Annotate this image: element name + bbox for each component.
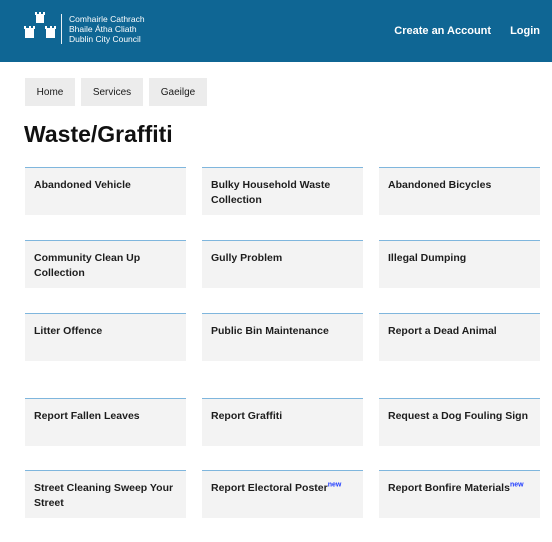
new-badge: new — [509, 481, 524, 489]
site-header: Comhairle Cathrach Bhaile Átha Cliath Du… — [0, 0, 552, 62]
service-tile-dog-fouling-sign[interactable]: Request a Dog Fouling Sign — [379, 398, 540, 446]
new-badge: new — [327, 481, 342, 489]
service-label: Bulky Household Waste Collection — [211, 179, 331, 206]
council-name-line: Bhaile Átha Cliath — [69, 24, 137, 34]
create-account-link[interactable]: Create an Account — [394, 25, 491, 37]
account-nav: Create an Account Login — [375, 0, 540, 62]
service-label: Community Clean Up Collection — [34, 252, 141, 279]
login-link[interactable]: Login — [510, 25, 540, 37]
breadcrumb-home[interactable]: Home — [25, 78, 75, 106]
service-label: Litter Offence — [34, 325, 103, 337]
service-label: Report Graffiti — [211, 410, 283, 422]
council-logo[interactable]: Comhairle Cathrach Bhaile Átha Cliath Du… — [24, 12, 145, 44]
service-tile-street-cleaning[interactable]: Street Cleaning Sweep Your Street — [25, 470, 186, 518]
service-tile-abandoned-bicycles[interactable]: Abandoned Bicycles — [379, 167, 540, 215]
castles-crest-icon — [24, 12, 56, 44]
breadcrumb-services[interactable]: Services — [81, 78, 143, 106]
service-tile-dead-animal[interactable]: Report a Dead Animal — [379, 313, 540, 361]
service-tile-electoral-poster[interactable]: Report Electoral Posternew — [202, 470, 363, 518]
service-label: Gully Problem — [211, 252, 283, 264]
service-tile-litter-offence[interactable]: Litter Offence — [25, 313, 186, 361]
service-label: Request a Dog Fouling Sign — [388, 410, 528, 422]
service-tile-report-graffiti[interactable]: Report Graffiti — [202, 398, 363, 446]
service-tile-bonfire-materials[interactable]: Report Bonfire Materialsnew — [379, 470, 540, 518]
service-tile-illegal-dumping[interactable]: Illegal Dumping — [379, 240, 540, 288]
service-label: Report Bonfire Materials — [388, 482, 510, 494]
council-name-line: Comhairle Cathrach — [69, 14, 145, 24]
service-tile-bulky-household-waste[interactable]: Bulky Household Waste Collection — [202, 167, 363, 215]
service-label: Report Fallen Leaves — [34, 410, 140, 422]
service-label: Abandoned Bicycles — [388, 179, 492, 191]
council-name: Comhairle Cathrach Bhaile Átha Cliath Du… — [69, 14, 145, 44]
service-label: Street Cleaning Sweep Your Street — [34, 482, 174, 509]
logo-divider — [61, 14, 62, 44]
service-label: Report Electoral Poster — [211, 482, 328, 494]
service-tile-fallen-leaves[interactable]: Report Fallen Leaves — [25, 398, 186, 446]
service-tile-gully-problem[interactable]: Gully Problem — [202, 240, 363, 288]
page-title: Waste/Graffiti — [24, 121, 173, 147]
council-name-line: Dublin City Council — [69, 34, 141, 44]
breadcrumb-gaeilge[interactable]: Gaeilge — [149, 78, 207, 106]
service-tile-abandoned-vehicle[interactable]: Abandoned Vehicle — [25, 167, 186, 215]
service-label: Report a Dead Animal — [388, 325, 497, 337]
breadcrumb: Home Services Gaeilge — [25, 78, 213, 106]
service-tile-community-clean-up[interactable]: Community Clean Up Collection — [25, 240, 186, 288]
service-label: Illegal Dumping — [388, 252, 467, 264]
service-label: Abandoned Vehicle — [34, 179, 131, 191]
service-label: Public Bin Maintenance — [211, 325, 329, 337]
service-tile-public-bin-maintenance[interactable]: Public Bin Maintenance — [202, 313, 363, 361]
